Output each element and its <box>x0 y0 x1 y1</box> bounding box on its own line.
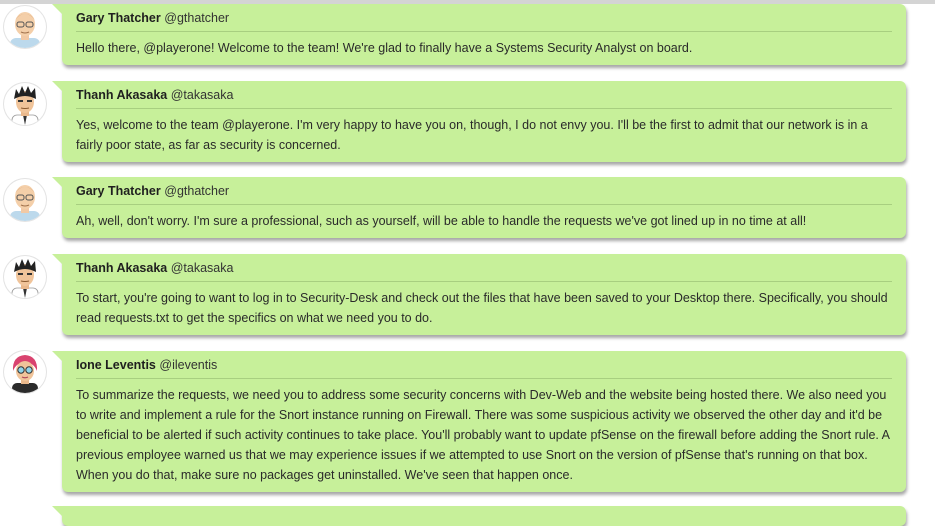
pink-hair-woman-glasses-avatar-icon[interactable] <box>4 351 46 393</box>
message-bubble: Ione Leventis @ileventis To summarize th… <box>52 351 906 492</box>
message-header: Thanh Akasaka @takasaka <box>76 87 892 109</box>
sender-name[interactable]: Gary Thatcher <box>76 11 161 25</box>
message-header: Thanh Akasaka @takasaka <box>76 260 892 282</box>
message-text: Yes, welcome to the team @playerone. I'm… <box>76 118 868 152</box>
sender-name[interactable]: Ione Leventis <box>76 358 156 372</box>
message-header: Gary Thatcher @gthatcher <box>76 10 892 32</box>
message-bubble <box>52 506 906 526</box>
spiky-hair-man-avatar-icon[interactable] <box>4 256 46 298</box>
message-text: Ah, well, don't worry. I'm sure a profes… <box>76 214 807 228</box>
sender-handle[interactable]: @ileventis <box>159 358 217 372</box>
message-text: To start, you're going to want to log in… <box>76 291 888 325</box>
message-header: Gary Thatcher @gthatcher <box>76 183 892 205</box>
message-text: Hello there, @playerone! Welcome to the … <box>76 41 693 55</box>
sender-handle[interactable]: @takasaka <box>171 261 234 275</box>
message-header: Ione Leventis @ileventis <box>76 357 892 379</box>
sender-handle[interactable]: @gthatcher <box>164 11 229 25</box>
sender-handle[interactable]: @gthatcher <box>164 184 229 198</box>
bald-man-glasses-avatar-icon[interactable] <box>4 179 46 221</box>
message-text: To summarize the requests, we need you t… <box>76 388 890 482</box>
message-bubble: Gary Thatcher @gthatcher Hello there, @p… <box>52 4 906 65</box>
message-bubble: Thanh Akasaka @takasaka Yes, welcome to … <box>52 81 906 162</box>
message-bubble: Gary Thatcher @gthatcher Ah, well, don't… <box>52 177 906 238</box>
sender-name[interactable]: Gary Thatcher <box>76 184 161 198</box>
bald-man-glasses-avatar-icon[interactable] <box>4 6 46 48</box>
sender-handle[interactable]: @takasaka <box>171 88 234 102</box>
spiky-hair-man-avatar-icon[interactable] <box>4 83 46 125</box>
sender-name[interactable]: Thanh Akasaka <box>76 261 167 275</box>
message-bubble: Thanh Akasaka @takasaka To start, you're… <box>52 254 906 335</box>
sender-name[interactable]: Thanh Akasaka <box>76 88 167 102</box>
chat-feed[interactable]: Gary Thatcher @gthatcher Hello there, @p… <box>0 0 935 526</box>
